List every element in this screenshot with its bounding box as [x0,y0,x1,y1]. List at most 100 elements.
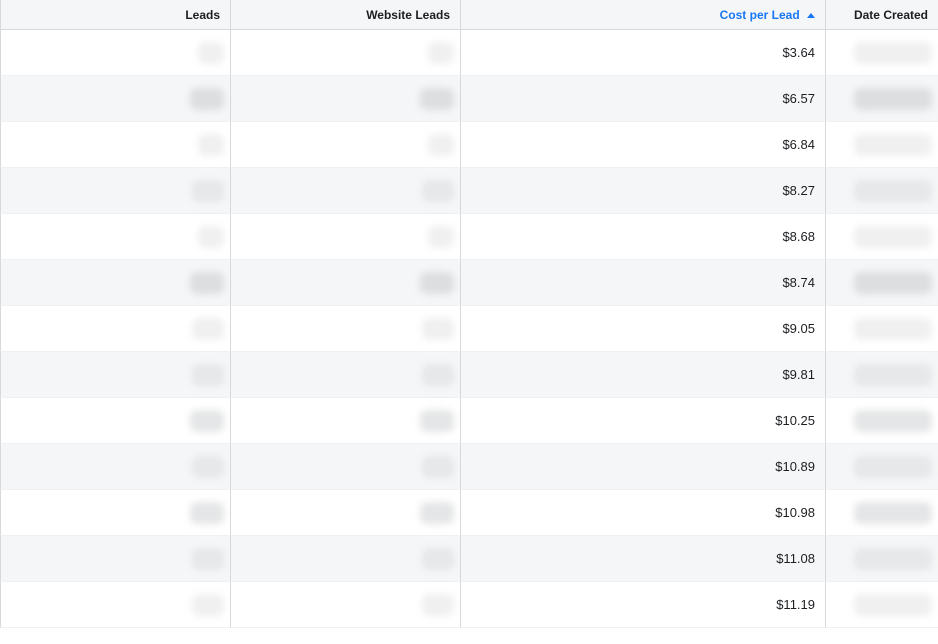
column-header-date-created[interactable]: Date Created [825,0,938,30]
redacted-value [858,322,928,336]
table-row[interactable]: $10.89 [0,444,938,490]
cell-date-created [825,76,938,122]
redacted-value [858,414,928,428]
cell-website-leads [230,30,460,76]
redacted-value [194,92,220,106]
cell-cost-per-lead: $6.57 [460,76,825,122]
cost-per-lead-value: $10.25 [775,413,815,428]
redacted-value [858,552,928,566]
redacted-value [426,552,450,566]
cost-per-lead-value: $8.74 [782,275,815,290]
table-row[interactable]: $6.57 [0,76,938,122]
cost-per-lead-value: $9.05 [782,321,815,336]
cell-cost-per-lead: $9.81 [460,352,825,398]
cost-per-lead-value: $11.08 [776,551,815,566]
redacted-value [432,46,450,60]
cost-per-lead-value: $6.84 [782,137,815,152]
cell-leads [0,536,230,582]
cell-date-created [825,30,938,76]
redacted-value [196,322,220,336]
cell-leads [0,122,230,168]
redacted-value [196,460,220,474]
redacted-value [194,506,220,520]
cell-date-created [825,444,938,490]
table-row[interactable]: $8.74 [0,260,938,306]
column-header-leads[interactable]: Leads [0,0,230,30]
cell-website-leads [230,306,460,352]
cell-date-created [825,490,938,536]
table-row[interactable]: $9.81 [0,352,938,398]
table-row[interactable]: $11.08 [0,536,938,582]
cost-per-lead-value: $11.19 [776,597,815,612]
table-row[interactable]: $8.68 [0,214,938,260]
cost-per-lead-value: $9.81 [782,367,815,382]
cell-cost-per-lead: $8.68 [460,214,825,260]
column-header-label: Website Leads [366,8,450,22]
table-row[interactable]: $3.64 [0,30,938,76]
cell-leads [0,260,230,306]
redacted-value [426,460,450,474]
redacted-value [202,230,220,244]
cell-date-created [825,398,938,444]
redacted-value [426,184,450,198]
redacted-value [858,276,928,290]
cell-cost-per-lead: $3.64 [460,30,825,76]
redacted-value [196,552,220,566]
cell-website-leads [230,352,460,398]
column-header-cost-per-lead[interactable]: Cost per Lead [460,0,825,30]
redacted-value [858,46,928,60]
cell-leads [0,168,230,214]
redacted-value [858,460,928,474]
redacted-value [426,368,450,382]
cell-leads [0,490,230,536]
cost-per-lead-value: $10.89 [775,459,815,474]
column-header-website-leads[interactable]: Website Leads [230,0,460,30]
redacted-value [424,414,450,428]
cell-cost-per-lead: $9.05 [460,306,825,352]
cell-leads [0,306,230,352]
column-header-label: Cost per Lead [720,8,800,22]
cell-website-leads [230,536,460,582]
redacted-value [194,414,220,428]
cell-cost-per-lead: $10.89 [460,444,825,490]
redacted-value [432,230,450,244]
table-row[interactable]: $11.19 [0,582,938,628]
sort-ascending-icon [807,13,815,18]
cell-date-created [825,352,938,398]
redacted-value [424,506,450,520]
redacted-value [202,46,220,60]
redacted-value [858,138,928,152]
cell-cost-per-lead: $10.98 [460,490,825,536]
redacted-value [424,276,450,290]
cell-cost-per-lead: $8.27 [460,168,825,214]
cell-leads [0,352,230,398]
redacted-value [196,368,220,382]
cell-cost-per-lead: $10.25 [460,398,825,444]
redacted-value [858,230,928,244]
cell-date-created [825,122,938,168]
cost-per-lead-value: $8.27 [782,183,815,198]
cell-leads [0,214,230,260]
cell-website-leads [230,490,460,536]
cell-website-leads [230,168,460,214]
cell-website-leads [230,260,460,306]
table-header-row: Leads Website Leads Cost per Lead Date C… [0,0,938,30]
table-row[interactable]: $6.84 [0,122,938,168]
table-row[interactable]: $10.98 [0,490,938,536]
leads-table: Leads Website Leads Cost per Lead Date C… [0,0,938,628]
cost-per-lead-value: $6.57 [782,91,815,106]
redacted-value [196,184,220,198]
redacted-value [202,138,220,152]
cell-website-leads [230,398,460,444]
redacted-value [858,184,928,198]
table-row[interactable]: $10.25 [0,398,938,444]
cell-leads [0,398,230,444]
cell-website-leads [230,122,460,168]
cell-website-leads [230,444,460,490]
cell-cost-per-lead: $8.74 [460,260,825,306]
cell-website-leads [230,214,460,260]
cell-website-leads [230,582,460,628]
table-row[interactable]: $8.27 [0,168,938,214]
column-header-label: Leads [185,8,220,22]
table-row[interactable]: $9.05 [0,306,938,352]
